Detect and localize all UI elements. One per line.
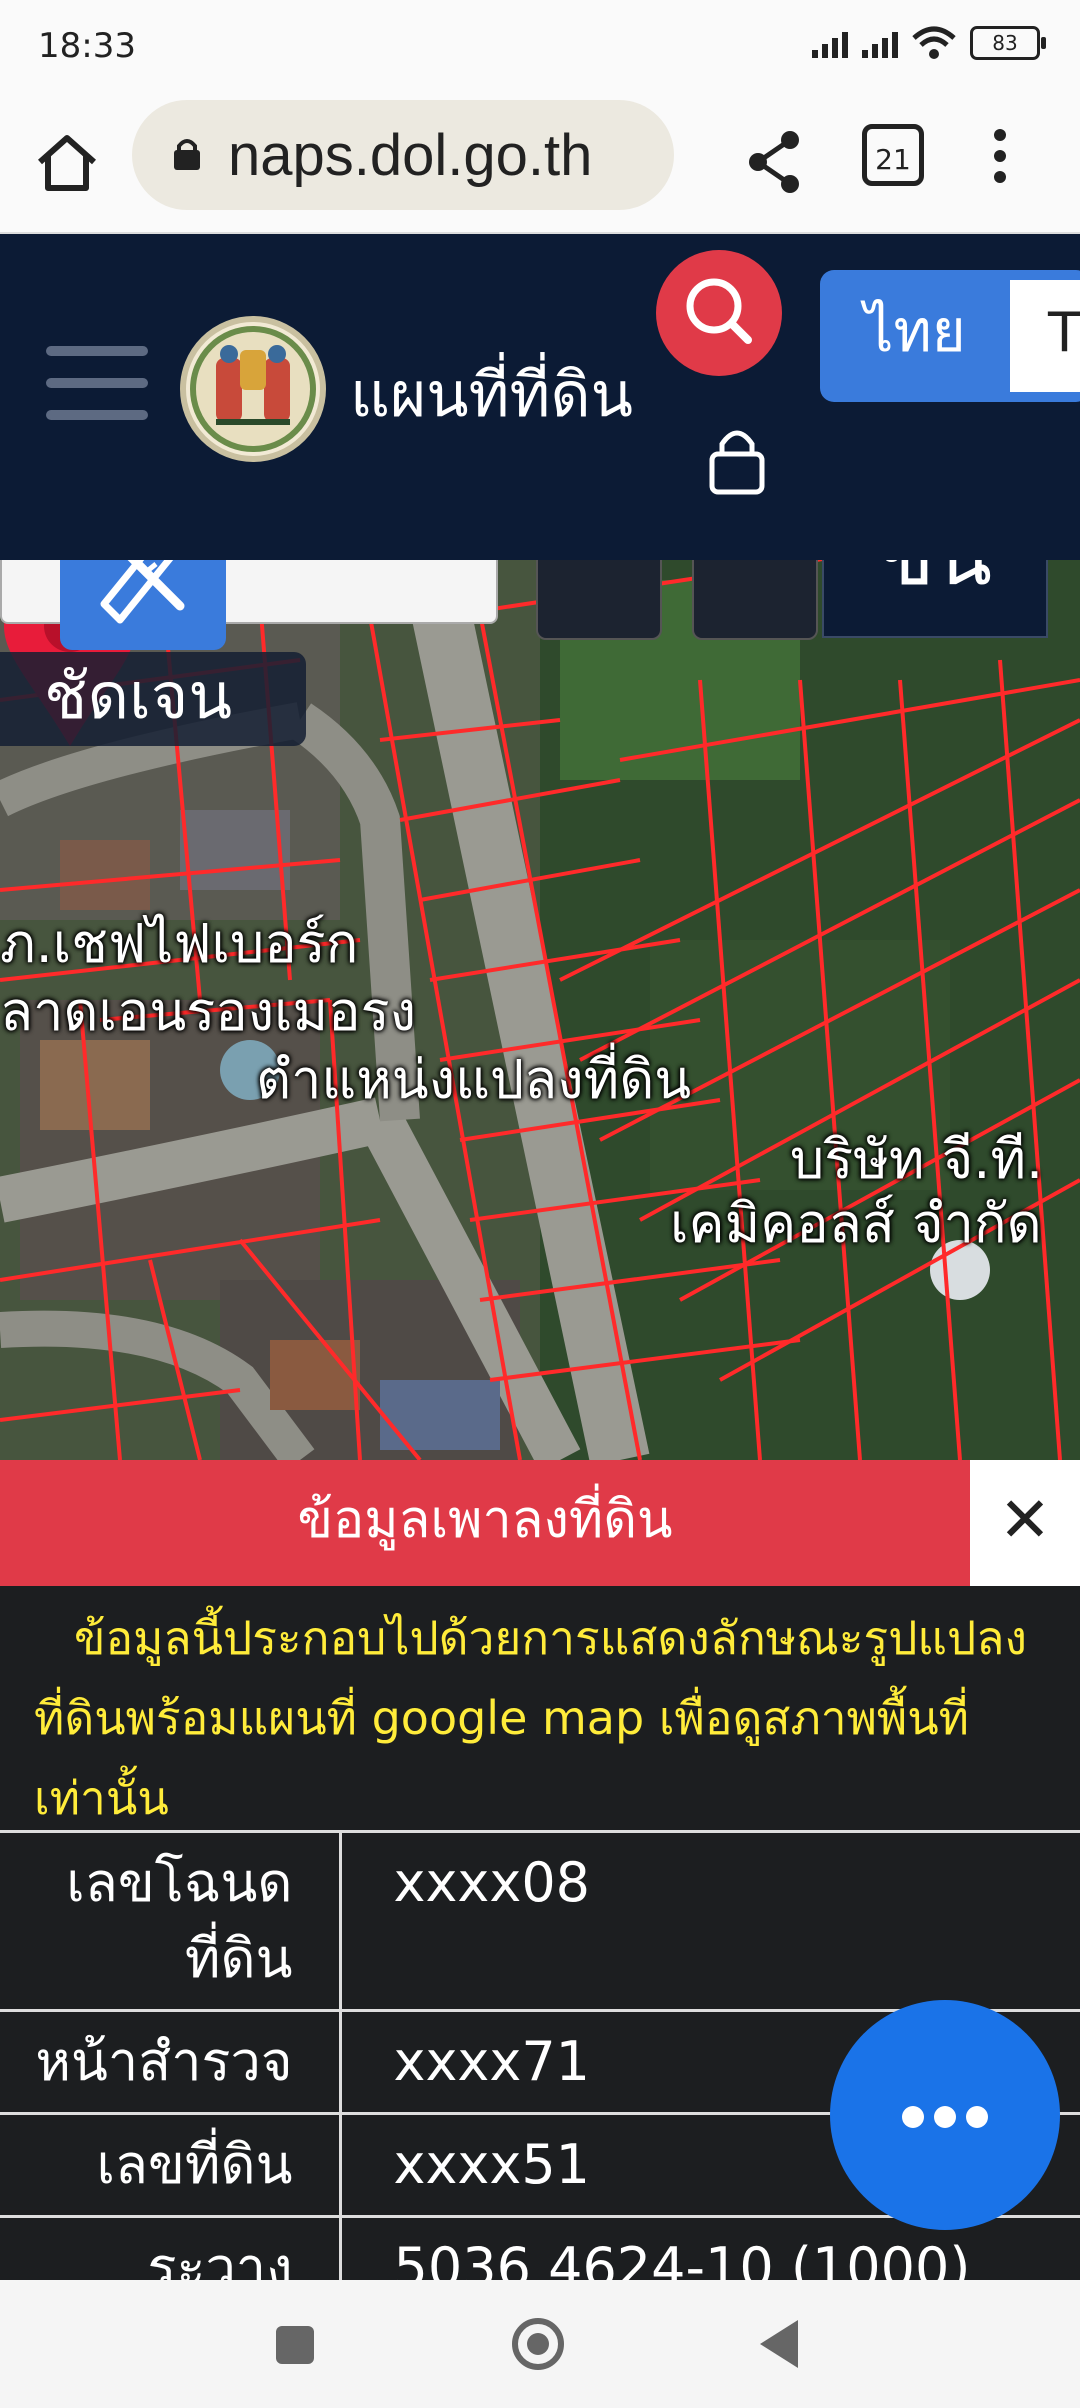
dot-icon [966,2106,988,2128]
share-icon[interactable] [740,126,810,196]
url-text: naps.dol.go.th [228,123,593,188]
info-panel-title: ข้อมูลเพาลงที่ดิน [297,1490,673,1550]
dot-icon [934,2106,956,2128]
dot-icon [902,2106,924,2128]
signal-icon [812,28,848,58]
table-label: ระวาง [0,2215,342,2280]
search-button[interactable] [656,250,782,376]
signal-icon-2 [862,28,898,58]
language-toggle[interactable]: ไทย T [820,270,1080,402]
lock-icon[interactable] [706,424,768,496]
table-label: หน้าสำรวจ [0,2009,342,2114]
table-label: เลขที่ดิน [0,2112,342,2217]
map-label-company-2: เคมิคอลส์ จำกัด [670,1192,1042,1255]
lock-icon [174,139,200,170]
wifi-icon [912,26,956,59]
table-value: xxxx08 [340,1830,1080,2011]
browser-toolbar: naps.dol.go.th 21 [0,96,1080,234]
department-seal-logo [180,316,326,462]
map-tool-button[interactable] [536,560,662,640]
pencil-ruler-icon [100,560,185,624]
home-circle-icon[interactable] [512,2318,564,2370]
table-label: เลขโฉนดที่ดิน [0,1830,342,2011]
clear-button[interactable]: ชัดเจน [0,652,306,746]
home-icon[interactable] [30,126,104,200]
search-icon [686,278,752,344]
close-icon[interactable]: ✕ [970,1460,1080,1586]
battery-icon: 83 [970,26,1046,60]
overflow-menu-icon[interactable] [980,120,1020,210]
map-label-parcel-position: ตำแหน่งแปลงที่ดิน [256,1048,692,1111]
draw-tool-button[interactable] [60,560,226,650]
app-header: แผนที่ที่ดิน ไทย T [0,234,1080,560]
more-actions-button[interactable] [830,2000,1060,2230]
map-view[interactable]: ภ.เชฟไฟเบอร์ก ลาดเอนรองเมอรง ตำแหน่งแปลง… [0,560,1080,1460]
status-bar: 18:33 83 [0,0,1080,96]
layers-button[interactable]: ชั้น [822,560,1048,638]
lang-thai-option[interactable]: ไทย [820,270,1010,402]
tabs-button[interactable]: 21 [862,124,924,186]
url-bar[interactable]: naps.dol.go.th [132,100,674,210]
status-icons: 83 [812,26,1046,60]
back-triangle-icon[interactable] [760,2320,798,2368]
app-title: แผนที่ที่ดิน [350,358,634,431]
info-panel-header: ข้อมูลเพาลงที่ดิน ✕ [0,1460,1080,1586]
recent-apps-icon[interactable] [276,2326,314,2364]
lang-english-option[interactable]: T [1010,280,1080,392]
map-measure-button[interactable] [692,560,818,640]
status-time: 18:33 [38,26,136,66]
table-row: เลขโฉนดที่ดิน xxxx08 [0,1830,1080,2011]
system-nav-bar [0,2280,1080,2408]
info-description: ข้อมูลนี้ประกอบไปด้วยการแสดงลักษณะรูปแปล… [34,1611,1027,1825]
hamburger-menu-icon[interactable] [46,346,148,426]
